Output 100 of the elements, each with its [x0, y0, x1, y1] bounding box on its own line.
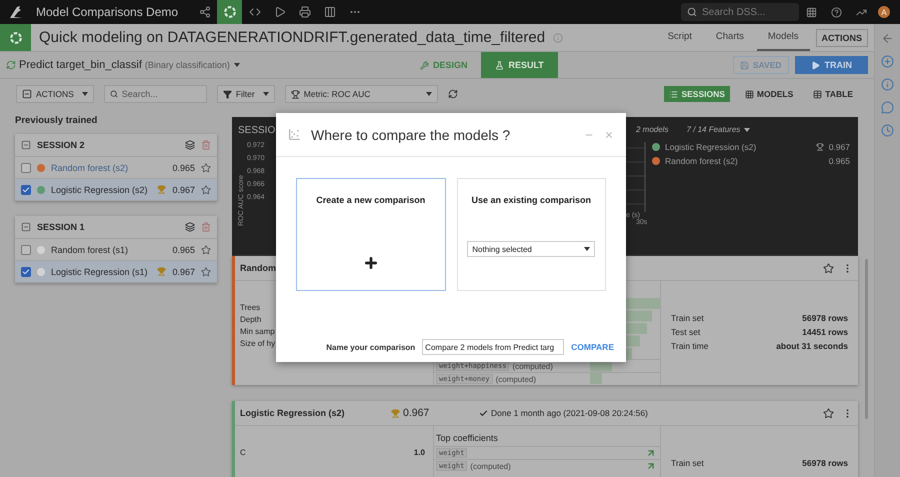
caret-icon[interactable] [234, 63, 240, 67]
name-field[interactable]: Compare 2 models from Predict targ [422, 339, 564, 355]
caret-icon [426, 92, 432, 96]
table-icon [813, 90, 822, 98]
model-row[interactable]: Random forest (s2) 0.965 [15, 157, 217, 179]
nav-tab[interactable]: Charts [704, 24, 755, 51]
field-label: Name your comparison [326, 342, 416, 352]
comparison-option[interactable]: Create a new comparison [296, 178, 446, 291]
close-icon[interactable] [604, 130, 614, 140]
caret-icon [262, 92, 269, 96]
model-row[interactable]: Logistic Regression (s1) 0.967 [15, 261, 217, 283]
task-name[interactable]: Predict target_bin_classif [19, 59, 142, 71]
view-tab[interactable]: TABLE [808, 86, 858, 102]
features-dropdown[interactable]: 7 / 14 Features [686, 125, 750, 134]
comparison-select[interactable]: Nothing selected [467, 241, 596, 257]
model-title[interactable]: Logistic Regression (s2) [240, 408, 383, 418]
lab-icon[interactable] [217, 0, 242, 24]
chart-title: SESSIO [238, 125, 276, 136]
checkbox[interactable] [21, 162, 31, 172]
param-label: Min samp [240, 327, 275, 336]
param-label: Depth [240, 315, 262, 324]
checkbox[interactable] [21, 266, 31, 276]
search-field[interactable]: Search DSS... [681, 3, 799, 21]
refresh-icon[interactable] [448, 89, 458, 99]
mode-tab[interactable]: RESULT [481, 52, 558, 78]
collapse-icon[interactable] [21, 222, 31, 232]
project-name[interactable]: Model Comparisons Demo [36, 5, 178, 19]
search-icon[interactable] [687, 7, 697, 17]
comparison-option[interactable]: Use an existing comparison Nothing selected [456, 178, 606, 291]
view-tab[interactable]: MODELS [740, 86, 798, 102]
actions-button[interactable]: ACTIONS [816, 28, 868, 46]
star-icon[interactable] [201, 244, 211, 254]
scrollbar-thumb[interactable] [864, 259, 868, 419]
model-name[interactable]: Random forest (s1) [51, 244, 166, 254]
training-status: Done 1 month ago (2021-09-08 20:24:56) [479, 408, 815, 418]
nav-tab[interactable]: Script [656, 24, 703, 51]
analysis-icon [0, 24, 31, 51]
collapse-icon[interactable] [21, 140, 31, 150]
param-label: Size of hy [240, 339, 276, 348]
search-field[interactable]: Search... [104, 85, 207, 103]
legend-score: 0.965 [828, 156, 850, 166]
plus-icon[interactable] [362, 255, 379, 271]
stat-value: 56978 rows [802, 313, 848, 323]
feature-suffix: (computed) [470, 462, 511, 470]
stat-value: 56978 rows [802, 458, 848, 468]
flask-icon [495, 60, 504, 70]
list-icon [669, 90, 678, 98]
grid-lines-drawing [626, 142, 646, 212]
legend-score: 0.967 [828, 142, 850, 152]
models-count: 2 models [636, 125, 668, 134]
coefficients-title: Top coefficients [435, 432, 499, 445]
star-icon[interactable] [201, 162, 211, 172]
view-tab[interactable]: SESSIONS [664, 86, 730, 102]
filter-dropdown[interactable]: Filter [216, 85, 275, 103]
legend-label: Logistic Regression (s2) [665, 142, 758, 152]
play-icon [810, 60, 820, 70]
feature-suffix: (computed) [496, 374, 536, 384]
trend-up-icon [646, 448, 656, 458]
star-icon[interactable] [823, 408, 834, 418]
checkbox[interactable] [21, 184, 31, 194]
analysis-title: Quick modeling on DATAGENERATIONDRIFT.generated_data_time_filtered [39, 29, 546, 46]
feature-suffix: (computed) [512, 362, 553, 370]
param-value: 1.0 [414, 448, 425, 457]
model-score: 0.965 [172, 162, 195, 172]
star-icon[interactable] [823, 262, 834, 274]
minus-square-icon [22, 89, 32, 99]
legend-label: Random forest (s2) [665, 156, 739, 166]
star-icon[interactable] [201, 266, 211, 276]
stat-label: Train set [671, 313, 704, 323]
star-icon[interactable] [201, 184, 211, 194]
section-title: Previously trained [15, 115, 98, 126]
model-score: 0.967 [172, 184, 195, 194]
model-score: 0.967 [172, 266, 195, 276]
model-name[interactable]: Logistic Regression (s2) [51, 184, 152, 194]
actions-dropdown[interactable]: ACTIONS [16, 85, 94, 103]
train-button[interactable]: TRAIN [794, 56, 868, 74]
search-input[interactable]: Search... [122, 89, 206, 99]
model-row[interactable]: Logistic Regression (s2) 0.967 [15, 179, 217, 201]
stat-label: Train time [671, 341, 708, 351]
session-name: SESSION 2 [37, 140, 86, 150]
user-avatar[interactable]: A [878, 6, 890, 18]
session-name: SESSION 1 [37, 222, 86, 232]
metric-dropdown[interactable]: Metric: ROC AUC [284, 85, 438, 103]
search-icon[interactable] [110, 90, 118, 98]
model-name[interactable]: Logistic Regression (s1) [51, 266, 152, 276]
compare-button[interactable]: COMPARE [571, 342, 614, 352]
model-score: 0.965 [172, 244, 195, 254]
search-input[interactable]: Search DSS... [702, 6, 793, 18]
dialog-title: Where to compare the models ? [311, 126, 512, 142]
back-arrow-icon[interactable] [881, 32, 894, 45]
checkbox[interactable] [21, 244, 31, 254]
trend-up-icon [646, 461, 656, 471]
param-label: C [240, 448, 246, 457]
model-score: 0.967 [391, 407, 471, 419]
wrench-icon [420, 60, 429, 70]
model-row[interactable]: Random forest (s1) 0.965 [15, 239, 217, 261]
stat-label: Train set [671, 458, 704, 468]
save-icon [740, 60, 749, 70]
caret-icon [82, 92, 88, 96]
stat-value: about 31 seconds [776, 341, 848, 351]
